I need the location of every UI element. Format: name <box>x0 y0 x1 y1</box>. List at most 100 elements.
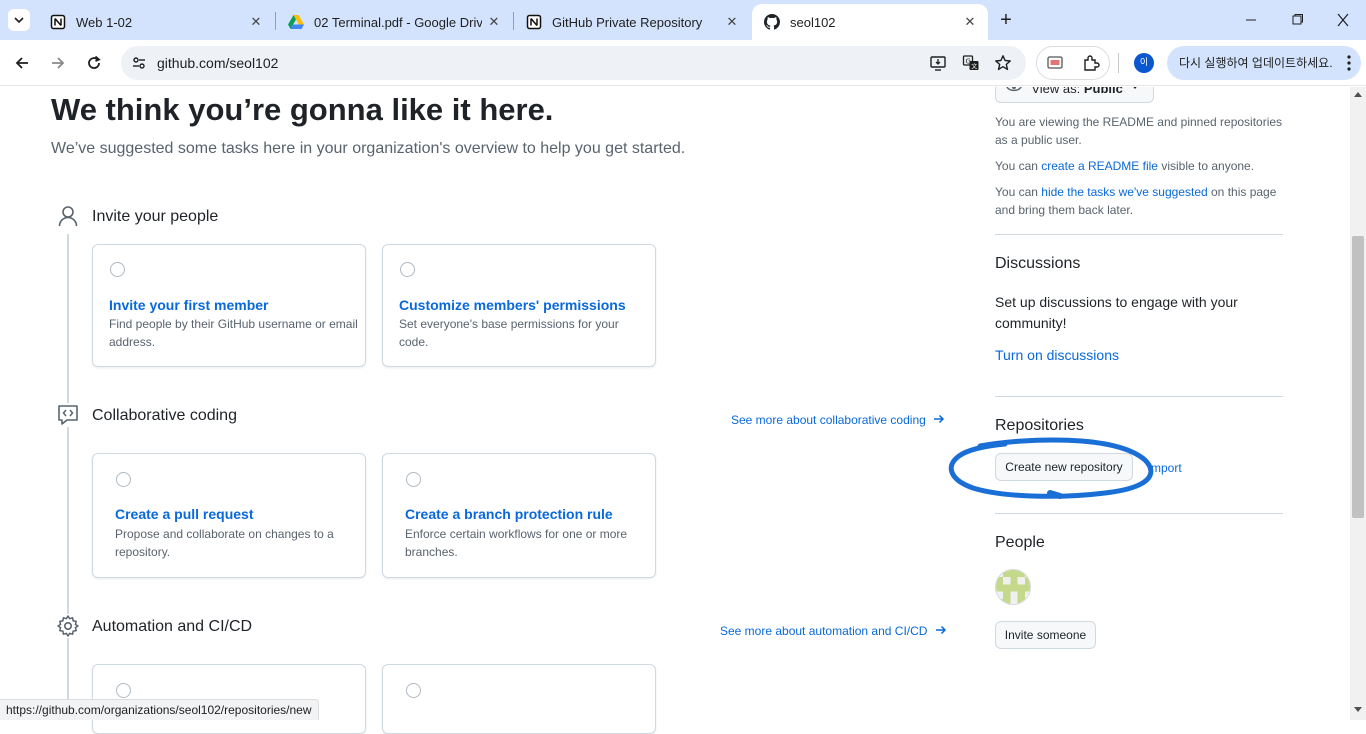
avatar[interactable] <box>995 569 1031 605</box>
close-window-button[interactable] <box>1333 12 1353 28</box>
browser-toolbar: github.com/seol102 G文 이 다시 실행하여 업데이트하세요. <box>0 40 1366 86</box>
readme-text: You can create a README file visible to … <box>995 157 1287 175</box>
hide-tasks-link[interactable]: hide the tasks we've suggested <box>1041 185 1207 199</box>
discussions-heading: Discussions <box>995 255 1081 272</box>
bookmark-star-icon[interactable] <box>994 54 1012 72</box>
import-repository-link[interactable]: mport <box>1151 459 1211 477</box>
hide-tasks-text: You can hide the tasks we've suggested o… <box>995 183 1287 219</box>
address-bar[interactable]: github.com/seol102 G文 <box>121 46 1026 80</box>
card-invite-first-member[interactable]: Invite your first member Find people by … <box>92 244 366 367</box>
card-description: Set everyone's base permissions for your… <box>399 317 619 349</box>
card-branch-protection[interactable]: Create a branch protection rule Enforce … <box>382 453 656 578</box>
card-description: Propose and collaborate on changes to a … <box>115 527 334 559</box>
tab-strip: Web 1-02 ✕ 02 Terminal.pdf - Google Driv… <box>0 0 1366 40</box>
scrollbar-thumb[interactable] <box>1352 236 1364 518</box>
task-radio[interactable] <box>400 262 415 277</box>
task-radio[interactable] <box>116 683 131 698</box>
tab-title: 02 Terminal.pdf - Google Drive <box>314 14 482 30</box>
person-icon <box>56 204 80 228</box>
timeline-line <box>67 234 69 720</box>
reload-icon <box>88 55 101 69</box>
menu-kebab-icon[interactable] <box>1344 53 1354 73</box>
close-icon[interactable]: ✕ <box>484 12 504 32</box>
translate-icon[interactable]: G文 <box>962 54 980 72</box>
link-status-bar: https://github.com/organizations/seol102… <box>0 699 319 720</box>
close-icon[interactable]: ✕ <box>960 12 980 32</box>
google-drive-icon <box>288 14 304 30</box>
page-title: We think you’re gonna like it here. <box>51 92 554 127</box>
card-customize-permissions[interactable]: Customize members' permissions Set every… <box>382 244 656 367</box>
page-subtitle: We’ve suggested some tasks here in your … <box>51 140 686 157</box>
card-title[interactable]: Create a branch protection rule <box>405 506 613 522</box>
close-icon[interactable]: ✕ <box>246 12 266 32</box>
see-more-automation-link[interactable]: See more about automation and CI/CD <box>720 624 947 638</box>
scroll-up-icon <box>1354 92 1362 97</box>
toolbar-separator <box>1118 53 1119 73</box>
repositories-heading: Repositories <box>995 417 1084 434</box>
forward-button[interactable] <box>46 51 70 75</box>
gear-icon <box>56 614 80 638</box>
puzzle-extensions-icon[interactable] <box>1079 51 1103 75</box>
annotation-circle <box>948 437 1154 499</box>
profile-avatar[interactable]: 이 <box>1134 53 1154 73</box>
arrow-right-icon <box>933 413 945 427</box>
reload-button[interactable] <box>82 51 106 75</box>
create-readme-link[interactable]: create a README file <box>1041 159 1158 173</box>
card-automation-2[interactable] <box>382 664 656 734</box>
tab-google-drive[interactable]: 02 Terminal.pdf - Google Drive ✕ <box>276 4 512 40</box>
tab-seol102[interactable]: seol102 ✕ <box>752 4 988 40</box>
caret-down-icon <box>1130 87 1140 90</box>
url-text[interactable]: github.com/seol102 <box>157 55 278 71</box>
code-review-icon <box>56 403 80 427</box>
tab-title: GitHub Private Repository <box>552 14 703 30</box>
tab-search-button[interactable] <box>8 9 30 31</box>
card-title[interactable]: Invite your first member <box>109 297 269 313</box>
minimize-icon <box>1246 19 1256 21</box>
update-chrome-button[interactable]: 다시 실행하여 업데이트하세요. <box>1167 46 1361 80</box>
minimize-button[interactable] <box>1241 12 1261 28</box>
cast-extension-icon[interactable] <box>1043 51 1067 75</box>
close-icon[interactable]: ✕ <box>722 12 742 32</box>
readme-post: visible to anyone. <box>1157 159 1255 173</box>
hide-pre: You can <box>995 185 1042 199</box>
task-radio[interactable] <box>110 262 125 277</box>
readme-pre: You can <box>995 159 1042 173</box>
sidebar-divider <box>995 513 1283 514</box>
card-description: Find people by their GitHub username or … <box>109 317 358 349</box>
invite-someone-button[interactable]: Invite someone <box>995 621 1096 649</box>
github-icon <box>764 14 780 30</box>
task-radio[interactable] <box>406 683 421 698</box>
task-radio[interactable] <box>116 472 131 487</box>
turn-on-discussions-link[interactable]: Turn on discussions <box>995 346 1287 364</box>
arrow-right-icon <box>935 624 947 638</box>
card-create-pull-request[interactable]: Create a pull request Propose and collab… <box>92 453 366 578</box>
install-app-icon[interactable] <box>929 54 947 72</box>
back-button[interactable] <box>10 51 34 75</box>
tab-github-private-repository[interactable]: GitHub Private Repository ✕ <box>514 4 750 40</box>
view-as-dropdown[interactable]: View as: Public <box>995 87 1154 103</box>
svg-text:文: 文 <box>971 62 977 70</box>
tab-title: seol102 <box>790 14 836 30</box>
restore-button[interactable] <box>1287 12 1307 28</box>
sidebar-divider <box>995 396 1283 397</box>
card-title[interactable]: Create a pull request <box>115 506 254 522</box>
tab-web-1-02[interactable]: Web 1-02 ✕ <box>38 4 274 40</box>
new-tab-button[interactable]: + <box>995 10 1017 32</box>
arrow-left-icon <box>15 57 28 69</box>
view-as-value: Public <box>1083 87 1123 96</box>
task-radio[interactable] <box>406 472 421 487</box>
card-title[interactable]: Customize members' permissions <box>399 297 626 313</box>
notion-icon <box>526 14 542 30</box>
viewing-readme-text: You are viewing the README and pinned re… <box>995 115 1283 147</box>
sidebar-divider <box>995 234 1283 235</box>
scroll-down-icon <box>1354 707 1362 712</box>
see-more-collaborative-link[interactable]: See more about collaborative coding <box>731 413 945 427</box>
view-as-prefix: View as: <box>1031 87 1084 96</box>
see-more-label[interactable]: See more about collaborative coding <box>731 413 926 427</box>
site-info-icon[interactable] <box>131 55 147 71</box>
eye-icon <box>1006 87 1022 93</box>
chevron-down-icon <box>14 17 24 23</box>
see-more-label[interactable]: See more about automation and CI/CD <box>720 624 927 638</box>
restore-icon <box>1292 14 1303 25</box>
section-heading-invite: Invite your people <box>92 208 219 225</box>
